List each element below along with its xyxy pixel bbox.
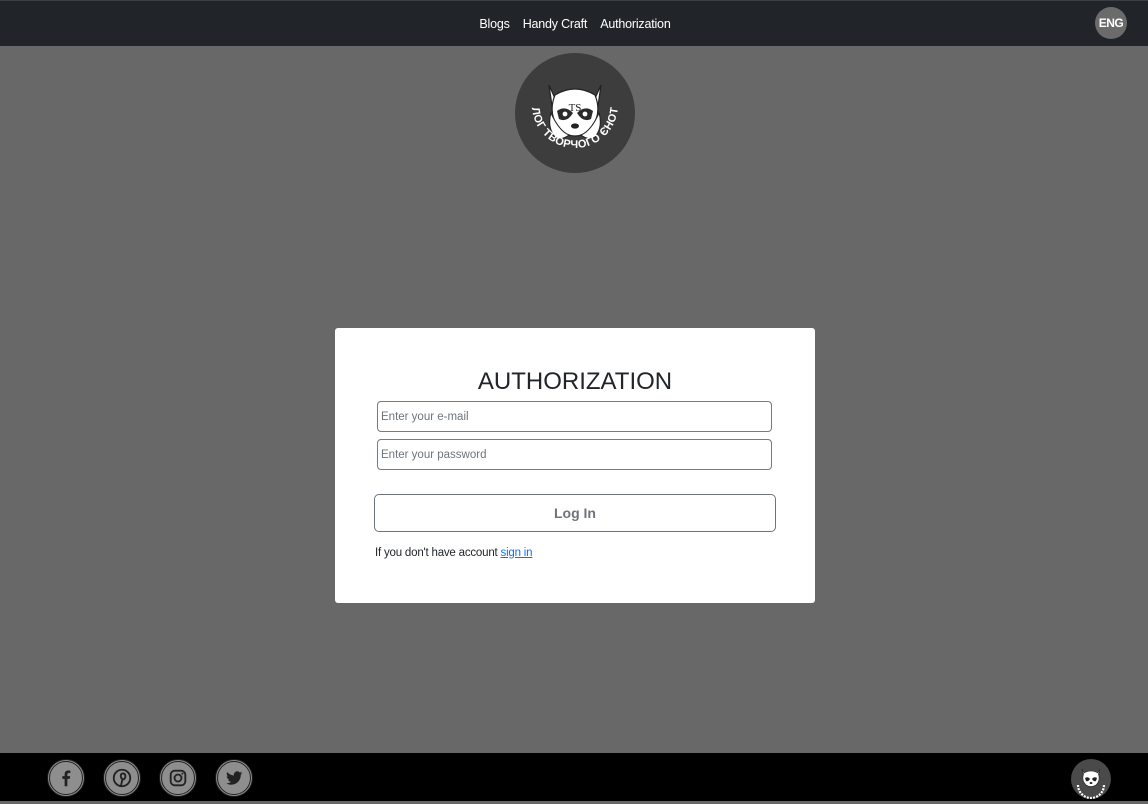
footer-logo[interactable] <box>1071 759 1111 800</box>
logo-initials: TS <box>569 102 582 114</box>
raccoon-logo-icon <box>1071 759 1111 800</box>
main-nav: Blogs Handy Craft Authorization <box>0 1 1148 47</box>
no-account-text: If you don't have account <box>375 547 498 559</box>
facebook-button[interactable] <box>47 759 85 797</box>
nav-link-blogs[interactable]: Blogs <box>479 17 509 31</box>
pinterest-icon <box>112 768 132 788</box>
pinterest-button[interactable] <box>103 759 141 797</box>
login-button[interactable]: Log In <box>374 494 776 532</box>
page-title: AUTHORIZATION <box>477 368 673 395</box>
footer <box>0 753 1148 801</box>
twitter-icon <box>226 771 243 785</box>
nav-link-handy-craft[interactable]: Handy Craft <box>523 17 588 31</box>
email-field[interactable] <box>377 401 772 432</box>
auth-card: AUTHORIZATION Log In If you don't have a… <box>335 328 815 603</box>
instagram-button[interactable] <box>159 759 197 797</box>
sign-in-link[interactable]: sign in <box>501 547 533 559</box>
facebook-icon <box>62 770 71 787</box>
top-navbar: Blogs Handy Craft Authorization ENG <box>0 0 1148 46</box>
raccoon-logo-icon: TS "БЛОГ ТВОРЧОГО ЄНОТА" <box>511 44 635 173</box>
site-logo[interactable]: TS "БЛОГ ТВОРЧОГО ЄНОТА" <box>511 44 635 173</box>
password-field[interactable] <box>377 439 772 470</box>
instagram-icon <box>169 769 187 787</box>
signup-prompt: If you don't have account sign in <box>375 547 533 559</box>
nav-link-authorization[interactable]: Authorization <box>600 17 671 31</box>
language-toggle-button[interactable]: ENG <box>1095 7 1127 39</box>
twitter-button[interactable] <box>215 759 253 797</box>
